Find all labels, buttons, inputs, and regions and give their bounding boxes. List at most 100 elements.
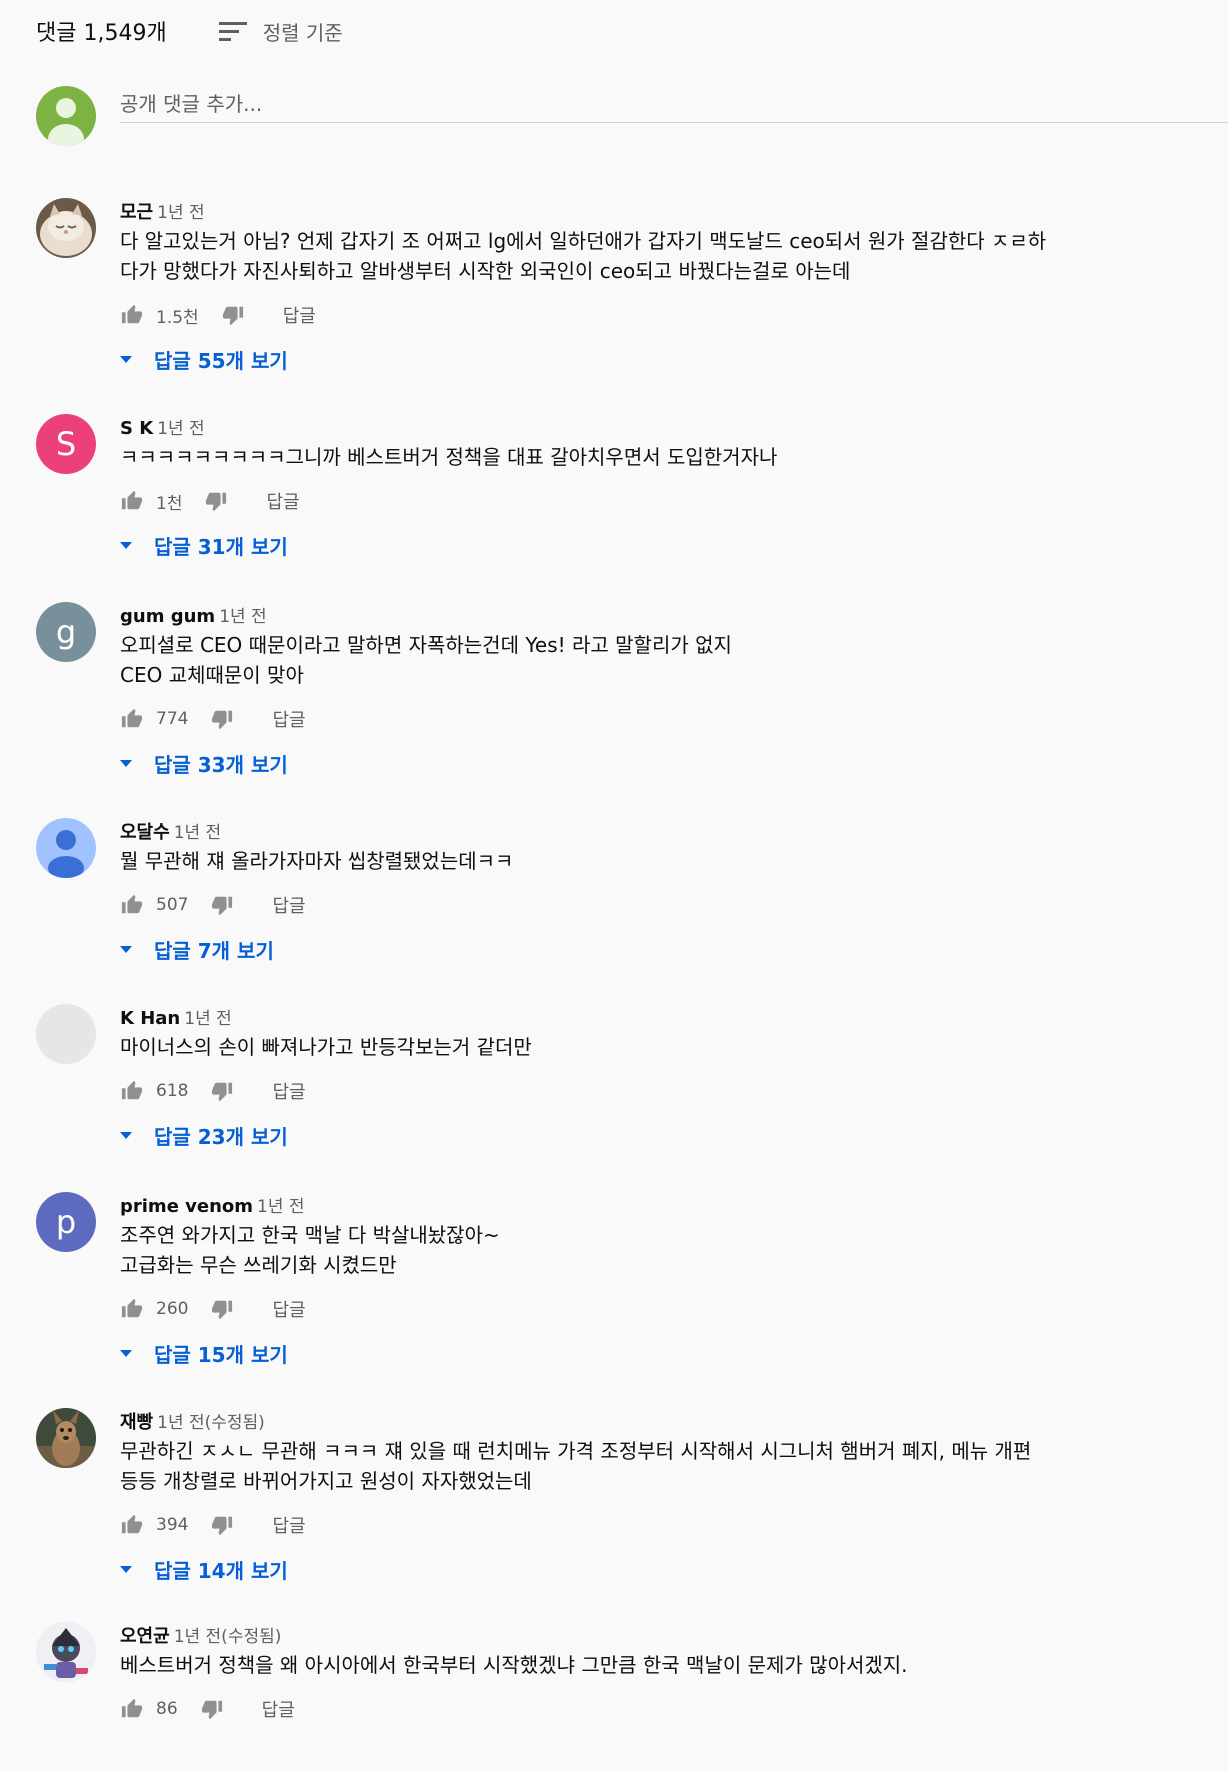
dislike-icon[interactable] [200,1697,224,1721]
timestamp[interactable]: 1년 전 [157,414,205,439]
timestamp[interactable]: 1년 전 [219,602,267,627]
view-replies-button[interactable]: 답글 14개 보기 [120,1554,1196,1584]
comment-meta: K Han 1년 전 [120,1004,1196,1030]
view-replies-button[interactable]: 답글 31개 보기 [120,530,1196,560]
avatar-letter: g [55,613,77,651]
dislike-icon[interactable] [210,893,234,917]
like-icon[interactable] [120,1697,144,1721]
reply-button[interactable]: 답글 [272,1078,305,1104]
caret-down-icon [120,1349,132,1357]
like-count: 1천 [156,493,183,514]
avatar[interactable] [36,1622,96,1682]
caret-down-icon [120,1565,132,1573]
sort-button[interactable]: 정렬 기준 [218,17,343,46]
view-replies-button[interactable]: 답글 23개 보기 [120,1120,1196,1150]
like-count: 260 [156,1299,189,1319]
like-icon[interactable] [120,1513,144,1537]
reply-button[interactable]: 답글 [262,1696,295,1722]
like-count: 86 [156,1699,178,1719]
caret-down-icon [120,945,132,953]
add-comment-input[interactable] [120,86,1228,123]
author-name[interactable]: 재빵 [120,1408,153,1434]
avatar[interactable] [36,818,96,878]
avatar[interactable]: g [36,602,96,662]
author-name[interactable]: 오달수 [120,818,170,844]
view-replies-label: 답글 15개 보기 [154,1342,288,1367]
sort-icon [218,20,247,42]
author-name[interactable]: 모근 [120,198,153,224]
like-count: 618 [156,1081,189,1101]
comment-text: 조주연 와가지고 한국 맥날 다 박살내놨잖아~ 고급화는 무슨 쓰레기화 시켰… [120,1223,500,1277]
avatar[interactable] [36,1408,96,1468]
reply-button[interactable]: 답글 [272,1296,305,1322]
comment-meta: prime venom 1년 전 [120,1192,1196,1218]
timestamp[interactable]: 1년 전(수정됨) [157,1408,265,1433]
like-count: 394 [156,1515,189,1535]
timestamp[interactable]: 1년 전 [174,818,222,843]
comment-meta: 재빵 1년 전(수정됨) [120,1408,1196,1434]
avatar[interactable] [36,198,96,258]
dislike-icon[interactable] [204,489,228,513]
like-icon[interactable] [120,1297,144,1321]
like-icon[interactable] [120,1079,144,1103]
comment-meta: 오달수 1년 전 [120,818,1196,844]
comment-count: 댓글 1,549개 [36,21,167,46]
reply-button[interactable]: 답글 [272,706,305,732]
comment-body: S K 1년 전 ㅋㅋㅋㅋㅋㅋㅋㅋㅋ그니까 베스트버거 정책을 대표 갈아치우면서 … [120,414,1196,560]
like-count: 774 [156,709,189,729]
sort-label: 정렬 기준 [262,20,343,45]
avatar[interactable] [36,1004,96,1064]
comment-text: 다 알고있는거 아님? 언제 갑자기 조 어쩌고 lg에서 일하던애가 갑자기 … [120,229,1047,283]
dislike-icon[interactable] [210,1297,234,1321]
author-name[interactable]: 오연균 [120,1622,170,1648]
timestamp[interactable]: 1년 전(수정됨) [174,1622,282,1647]
view-replies-button[interactable]: 답글 33개 보기 [120,748,1196,778]
reply-button[interactable]: 답글 [266,488,299,514]
caret-down-icon [120,759,132,767]
like-count: 507 [156,895,189,915]
author-name[interactable]: prime venom [120,1196,253,1217]
avatar[interactable]: S [36,414,96,474]
dislike-icon[interactable] [210,707,234,731]
author-name[interactable]: S K [120,418,153,439]
dislike-icon[interactable] [210,1513,234,1537]
comment-body: prime venom 1년 전조주연 와가지고 한국 맥날 다 박살내놨잖아~ … [120,1192,1196,1368]
comment-body: 모근 1년 전다 알고있는거 아님? 언제 갑자기 조 어쩌고 lg에서 일하던애… [120,198,1196,374]
reply-button[interactable]: 답글 [272,1512,305,1538]
view-replies-label: 답글 7개 보기 [154,938,274,963]
comment-meta: S K 1년 전 [120,414,1196,440]
like-icon[interactable] [120,303,144,327]
comment-text: 베스트버거 정책을 왜 아시아에서 한국부터 시작했겠냐 그만큼 한국 맥날이 … [120,1653,908,1677]
comment-meta: 오연균 1년 전(수정됨) [120,1622,1196,1648]
timestamp[interactable]: 1년 전 [157,198,205,223]
author-name[interactable]: K Han [120,1008,180,1029]
comment-meta: 모근 1년 전 [120,198,1196,224]
comments-header: 댓글 1,549개 정렬 기준 [36,14,343,48]
comment-actions: 618 답글 [120,1076,1196,1106]
comment-meta: gum gum 1년 전 [120,602,1196,628]
avatar[interactable]: p [36,1192,96,1252]
reply-button[interactable]: 답글 [283,302,316,328]
author-name[interactable]: gum gum [120,606,215,627]
comment-text: 무관하긴 ㅈㅅㄴ 무관해 ㅋㅋㅋ 쟤 있을 때 런치메뉴 가격 조정부터 시작해… [120,1439,1032,1493]
comment-actions: 1.5천 답글 [120,300,1196,330]
view-replies-label: 답글 55개 보기 [154,348,288,373]
comment-text: 오피셜로 CEO 때문이라고 말하면 자폭하는건데 Yes! 라고 말할리가 없… [120,633,732,687]
user-avatar [36,86,96,146]
dislike-icon[interactable] [210,1079,234,1103]
comment-actions: 507 답글 [120,890,1196,920]
caret-down-icon [120,541,132,549]
view-replies-button[interactable]: 답글 55개 보기 [120,344,1196,374]
reply-button[interactable]: 답글 [272,892,305,918]
timestamp[interactable]: 1년 전 [184,1004,232,1029]
view-replies-button[interactable]: 답글 15개 보기 [120,1338,1196,1368]
like-icon[interactable] [120,489,144,513]
view-replies-button[interactable]: 답글 7개 보기 [120,934,1196,964]
like-icon[interactable] [120,893,144,917]
dislike-icon[interactable] [221,303,245,327]
caret-down-icon [120,355,132,363]
avatar-letter: p [55,1203,77,1241]
like-icon[interactable] [120,707,144,731]
comment-actions: 774 답글 [120,704,1196,734]
timestamp[interactable]: 1년 전 [257,1192,305,1217]
